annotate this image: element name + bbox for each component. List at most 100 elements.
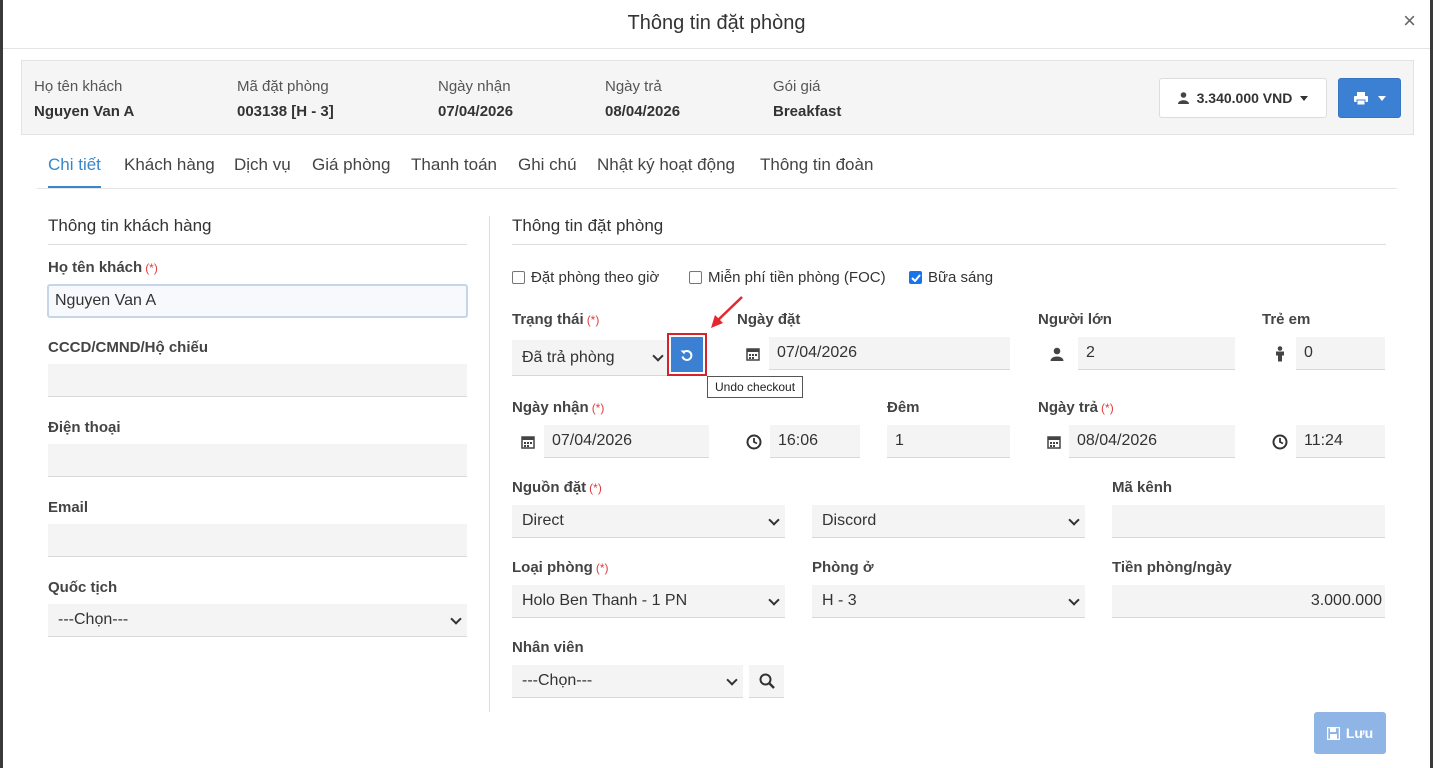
source-selected: Direct	[522, 512, 564, 529]
check-icon	[910, 273, 921, 282]
checkbox-checked[interactable]	[909, 271, 922, 284]
status-select[interactable]: Đã trả phòng	[512, 340, 669, 376]
save-icon	[1326, 726, 1340, 740]
booking-date-label: Ngày đặt	[737, 311, 801, 328]
calendar-icon	[1038, 425, 1070, 458]
daily-rate-label: Tiền phòng/ngày	[1112, 559, 1232, 576]
chevron-down-icon	[768, 594, 780, 606]
caret-down-icon	[1300, 95, 1309, 101]
guest-name-input[interactable]: Nguyen Van A	[47, 284, 468, 318]
nights-label: Đêm	[887, 399, 920, 416]
modal-title: Thông tin đặt phòng	[627, 12, 806, 34]
foc-label: Miễn phí tiền phòng (FOC)	[708, 269, 886, 286]
room-type-select[interactable]: Holo Ben Thanh - 1 PN	[512, 585, 785, 618]
daily-rate-input[interactable]: 3.000.000	[1112, 585, 1385, 618]
booking-info-title: Thông tin đặt phòng	[512, 216, 1386, 245]
required-mark: (*)	[589, 481, 602, 495]
undo-checkout-button[interactable]	[667, 333, 707, 376]
children-input[interactable]: 0	[1296, 337, 1385, 370]
calendar-icon	[512, 425, 544, 458]
column-divider	[489, 216, 490, 712]
tab-payments[interactable]: Thanh toán	[411, 155, 497, 175]
booking-date-input[interactable]: 07/04/2026	[769, 337, 1010, 370]
calendar-icon	[737, 337, 769, 370]
phone-input[interactable]	[48, 444, 467, 477]
channel-code-label: Mã kênh	[1112, 479, 1173, 496]
total-price-dropdown[interactable]: 3.340.000 VND	[1159, 78, 1327, 118]
total-price-value: 3.340.000 VND	[1196, 90, 1293, 106]
chevron-down-icon	[450, 613, 462, 625]
tab-customers[interactable]: Khách hàng	[124, 155, 215, 175]
summary-code-value: 003138 [H - 3]	[237, 103, 334, 120]
checkin-date-input[interactable]: 07/04/2026	[544, 425, 709, 458]
tab-details[interactable]: Chi tiết	[48, 155, 101, 188]
printer-icon	[1353, 91, 1368, 105]
status-label: Trạng thái (*)	[512, 311, 600, 328]
print-dropdown-button[interactable]	[1338, 78, 1401, 118]
id-number-input[interactable]	[48, 364, 467, 397]
staff-label: Nhân viên	[512, 639, 584, 656]
checkbox-unchecked[interactable]	[512, 271, 525, 284]
staff-selected: ---Chọn---	[522, 672, 593, 689]
breakfast-label: Bữa sáng	[928, 269, 994, 286]
clock-icon	[1264, 425, 1296, 458]
tab-activity-log[interactable]: Nhật ký hoạt động	[597, 155, 735, 175]
email-input[interactable]	[48, 524, 467, 557]
checkout-date-input[interactable]: 08/04/2026	[1069, 425, 1235, 458]
summary-guest: Họ tên khách Nguyen Van A	[34, 78, 134, 120]
search-icon[interactable]	[749, 665, 784, 698]
phone-label: Điện thoại	[48, 419, 121, 436]
tab-notes[interactable]: Ghi chú	[518, 155, 577, 175]
chevron-down-icon	[1068, 514, 1080, 526]
source-detail-selected: Discord	[822, 512, 877, 529]
guest-name-label: Họ tên khách (*)	[48, 259, 158, 276]
room-type-label: Loại phòng (*)	[512, 559, 609, 576]
caret-down-icon	[1377, 95, 1386, 101]
channel-code-input[interactable]	[1112, 505, 1385, 538]
summary-guest-label: Họ tên khách	[34, 78, 123, 95]
user-icon	[1041, 337, 1073, 370]
summary-code-label: Mã đặt phòng	[237, 78, 329, 95]
summary-checkin: Ngày nhận 07/04/2026	[438, 78, 513, 120]
checkin-time-input[interactable]: 16:06	[770, 425, 860, 458]
children-label: Trẻ em	[1262, 311, 1311, 328]
adults-label: Người lớn	[1038, 311, 1112, 328]
tab-group-info[interactable]: Thông tin đoàn	[760, 155, 873, 175]
summary-checkout: Ngày trả 08/04/2026	[605, 78, 680, 120]
tab-services[interactable]: Dịch vụ	[234, 155, 291, 175]
summary-guest-value: Nguyen Van A	[34, 103, 135, 120]
checkbox-unchecked[interactable]	[689, 271, 702, 284]
required-mark: (*)	[586, 313, 600, 327]
modal-header: Thông tin đặt phòng ×	[3, 0, 1430, 49]
source-detail-select[interactable]: Discord	[812, 505, 1085, 538]
tab-room-rates[interactable]: Giá phòng	[312, 155, 390, 175]
chevron-down-icon	[1068, 594, 1080, 606]
save-button[interactable]: Lưu	[1314, 712, 1386, 754]
staff-select[interactable]: ---Chọn---	[512, 665, 743, 698]
summary-checkin-value: 07/04/2026	[438, 103, 514, 120]
nationality-select[interactable]: ---Chọn---	[48, 604, 467, 637]
foc-checkbox[interactable]: Miễn phí tiền phòng (FOC)	[689, 269, 886, 286]
booking-summary: Họ tên khách Nguyen Van A Mã đặt phòng 0…	[21, 60, 1414, 135]
undo-checkout-tooltip: Undo checkout	[707, 376, 804, 398]
required-mark: (*)	[595, 561, 609, 575]
hourly-booking-checkbox[interactable]: Đặt phòng theo giờ	[512, 269, 659, 286]
breakfast-checkbox[interactable]: Bữa sáng	[909, 269, 993, 286]
checkout-time-input[interactable]: 11:24	[1296, 425, 1385, 458]
tab-bar: Chi tiết Khách hàng Dịch vụ Giá phòng Th…	[37, 150, 1397, 189]
clock-icon	[738, 425, 770, 458]
child-icon	[1264, 337, 1296, 370]
adults-input[interactable]: 2	[1078, 337, 1235, 370]
room-select[interactable]: H - 3	[812, 585, 1085, 618]
save-label: Lưu	[1345, 725, 1374, 741]
left-edge	[0, 0, 3, 768]
source-select[interactable]: Direct	[512, 505, 785, 538]
required-mark: (*)	[591, 401, 605, 415]
nights-input[interactable]: 1	[887, 425, 1010, 458]
id-number-label: CCCD/CMND/Hộ chiếu	[48, 339, 208, 356]
close-icon[interactable]: ×	[1403, 10, 1416, 32]
room-type-selected: Holo Ben Thanh - 1 PN	[522, 592, 688, 609]
summary-package-value: Breakfast	[773, 103, 842, 120]
summary-package-label: Gói giá	[773, 78, 821, 95]
nationality-label: Quốc tịch	[48, 579, 118, 596]
